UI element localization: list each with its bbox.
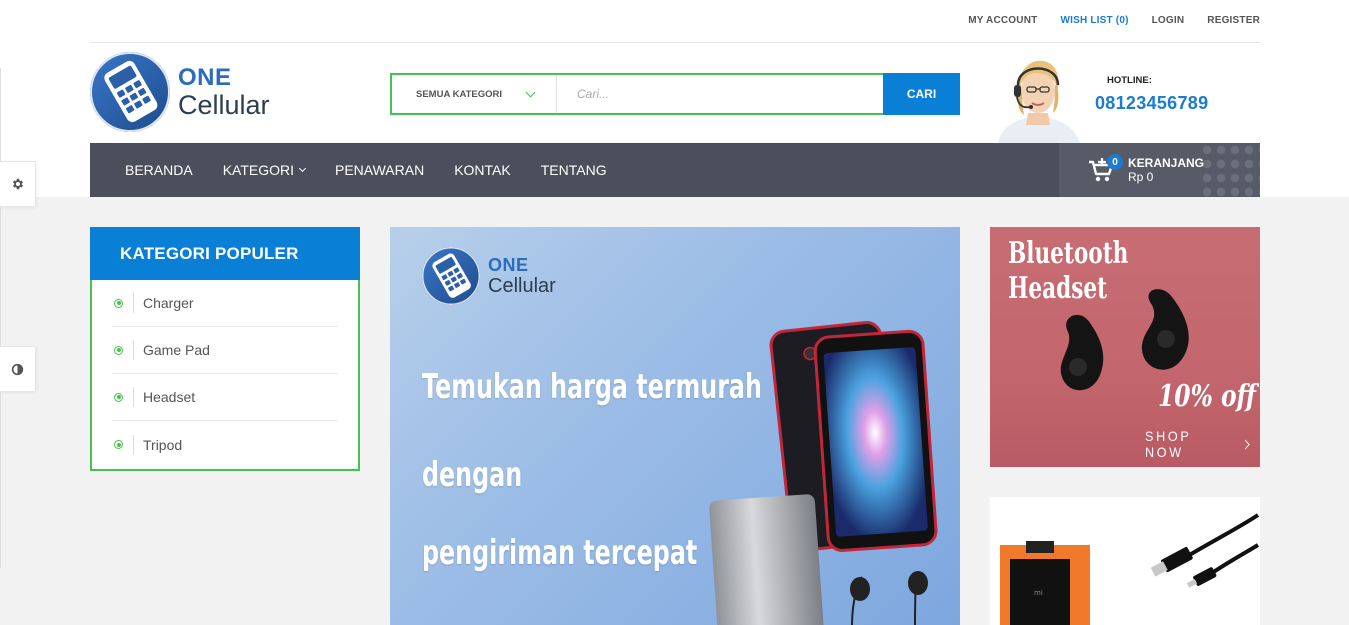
cart-total: Rp 0	[1128, 170, 1154, 184]
logo-text-cellular: Cellular	[178, 89, 270, 120]
category-item-headset[interactable]: Headset	[112, 374, 338, 421]
nav-item-label: BERANDA	[125, 162, 193, 178]
login-link[interactable]: LOGIN	[1152, 15, 1185, 26]
chevron-right-icon	[1240, 439, 1250, 449]
nav-item-beranda[interactable]: BERANDA	[125, 162, 193, 178]
bullet-icon	[114, 392, 123, 402]
category-label: Headset	[143, 389, 196, 405]
nav-item-kategori[interactable]: KATEGORI	[222, 162, 307, 178]
category-label: Tripod	[143, 436, 183, 453]
chevron-down-icon	[525, 87, 536, 97]
popular-categories-title: KATEGORI POPULER	[90, 227, 360, 280]
nav-item-label: PENAWARAN	[335, 162, 425, 178]
promo-bluetooth-headset[interactable]: Bluetooth Headset 10% off SHOP NOW	[990, 227, 1260, 467]
search-bar: SEMUA KATEGORI CARI	[390, 73, 960, 115]
promo-title-line2: Headset	[1008, 270, 1108, 306]
register-link[interactable]: REGISTER	[1207, 15, 1260, 26]
hero-logo: ONE Cellular	[422, 247, 556, 305]
logo-text-one: ONE	[178, 63, 232, 91]
bullet-icon	[114, 440, 123, 449]
main-nav: BERANDA KATEGORI PENAWARAN KONTAK TENTAN…	[90, 143, 1260, 197]
promo-discount: 10% off	[1158, 379, 1256, 414]
hotline-label: HOTLINE:	[1107, 75, 1152, 86]
category-item-tripod[interactable]: Tripod	[112, 421, 338, 468]
logo-phone-icon	[422, 247, 480, 305]
shop-now-label: SHOP NOW	[1145, 428, 1192, 460]
cart-count-badge: 0	[1107, 154, 1123, 170]
hero-logo-one: ONE	[488, 255, 529, 275]
my-account-link[interactable]: MY ACCOUNT	[968, 15, 1037, 26]
nav-item-label: KATEGORI	[222, 162, 294, 178]
side-rail	[0, 68, 1, 568]
cart-title: KERANJANG	[1128, 155, 1205, 170]
top-links: MY ACCOUNT WISH LIST (0) LOGIN REGISTER	[968, 15, 1260, 26]
logo-phone-icon	[90, 52, 170, 132]
contrast-toggle[interactable]	[0, 346, 36, 392]
hero-banner[interactable]: oppo	[390, 227, 960, 625]
hotline-number[interactable]: 08123456789	[1095, 93, 1208, 114]
wish-list-link[interactable]: WISH LIST (0)	[1060, 15, 1128, 26]
category-label: Game Pad	[143, 342, 210, 358]
bullet-icon	[114, 345, 123, 355]
category-item-game-pad[interactable]: Game Pad	[112, 327, 338, 374]
gear-icon	[12, 178, 23, 190]
promo-title-line1: Bluetooth	[1008, 236, 1129, 271]
divider	[133, 293, 134, 313]
cart-icon: 0	[1087, 154, 1123, 184]
shop-now-link[interactable]: SHOP NOW	[1145, 428, 1250, 460]
cart-button[interactable]: 0 KERANJANG Rp 0	[1059, 143, 1260, 197]
search-button[interactable]: CARI	[883, 73, 960, 115]
category-label: Charger	[143, 295, 194, 311]
promo-charger[interactable]: mi	[990, 497, 1260, 625]
category-select-value: SEMUA KATEGORI	[416, 88, 503, 100]
nav-item-tentang[interactable]: TENTANG	[541, 162, 607, 178]
divider	[133, 434, 134, 455]
cart-pattern	[1200, 143, 1260, 197]
nav-item-kontak[interactable]: KONTAK	[454, 162, 511, 178]
category-select[interactable]: SEMUA KATEGORI	[392, 75, 557, 113]
divider	[133, 387, 134, 407]
site-logo[interactable]: ONE Cellular	[90, 51, 290, 133]
support-agent-image	[988, 55, 1088, 143]
hero-logo-cellular: Cellular	[488, 275, 556, 297]
nav-item-penawaran[interactable]: PENAWARAN	[335, 162, 424, 178]
top-divider	[90, 42, 1260, 43]
category-item-charger[interactable]: Charger	[112, 280, 338, 327]
hero-headline-1: Temukan harga termurah	[422, 367, 762, 407]
hero-headline-2: dengan	[422, 455, 523, 495]
hero-headline-3: pengiriman tercepat	[422, 533, 698, 573]
divider	[133, 340, 134, 360]
popular-categories: KATEGORI POPULER Charger Game Pad Headse…	[90, 227, 360, 471]
chevron-down-icon	[298, 164, 307, 173]
nav-item-label: KONTAK	[454, 162, 511, 178]
contrast-icon	[11, 363, 24, 375]
nav-item-label: TENTANG	[540, 162, 607, 178]
bullet-icon	[114, 298, 123, 308]
settings-toggle[interactable]	[0, 161, 36, 207]
search-input[interactable]	[557, 75, 883, 113]
charger-image: mi	[1000, 513, 1260, 625]
promo-title: Bluetooth Headset	[1008, 236, 1129, 306]
svg-text:mi: mi	[1034, 589, 1043, 597]
